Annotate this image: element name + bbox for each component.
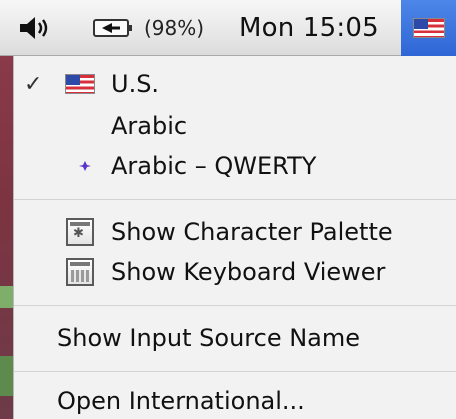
menu-item-arabic-qwerty[interactable]: Arabic – QWERTY (14, 146, 456, 186)
battery-charging-icon (93, 19, 132, 37)
crescent-moon-icon (74, 115, 85, 137)
menu-item-label: Show Character Palette (111, 218, 393, 246)
desktop-background-detail (0, 286, 14, 308)
menubar-clock[interactable]: Mon 15:05 (239, 0, 379, 56)
menu-item-label: U.S. (111, 70, 160, 98)
volume-menu-extra[interactable] (18, 0, 54, 56)
keyboard-viewer-icon (66, 258, 94, 286)
volume-icon (20, 17, 48, 39)
input-menu-extra[interactable] (401, 0, 456, 56)
menu-item-label: Show Input Source Name (57, 324, 361, 352)
palette-icon-slot (62, 216, 98, 248)
us-flag-icon-slot (62, 68, 98, 100)
menu-separator (14, 371, 456, 372)
checkmark-icon: ✓ (24, 71, 43, 97)
menu-bar: (98%) Mon 15:05 (0, 0, 456, 56)
crescent-star-icon-slot (62, 150, 98, 182)
menu-item-label: Open International... (57, 387, 305, 415)
menu-item-us[interactable]: ✓ U.S. (14, 64, 456, 104)
desktop-background-detail (0, 356, 14, 396)
battery-menu-extra[interactable] (92, 0, 136, 56)
us-flag-icon (65, 74, 95, 94)
battery-percentage[interactable]: (98%) (144, 0, 204, 56)
menu-item-open-international[interactable]: Open International... (14, 383, 456, 419)
desktop-background-sliver (0, 56, 14, 419)
menu-item-show-keyboard-viewer[interactable]: Show Keyboard Viewer (14, 252, 456, 292)
us-flag-icon (412, 18, 445, 38)
menu-item-label: Arabic – QWERTY (111, 152, 317, 180)
crescent-moon-star-icon (70, 155, 91, 177)
character-palette-icon (66, 218, 94, 246)
input-menu-dropdown: ✓ U.S. Arabic Arabic – QWERTY Show Chara… (14, 56, 456, 419)
menu-separator (14, 305, 456, 306)
menu-item-arabic[interactable]: Arabic (14, 106, 456, 146)
crescent-icon-slot (62, 110, 98, 142)
keyboard-icon-slot (62, 256, 98, 288)
menu-item-show-input-source-name[interactable]: Show Input Source Name (14, 318, 456, 358)
menu-item-label: Show Keyboard Viewer (111, 258, 386, 286)
menu-item-show-character-palette[interactable]: Show Character Palette (14, 212, 456, 252)
menu-separator (14, 199, 456, 200)
menu-item-label: Arabic (111, 112, 188, 140)
